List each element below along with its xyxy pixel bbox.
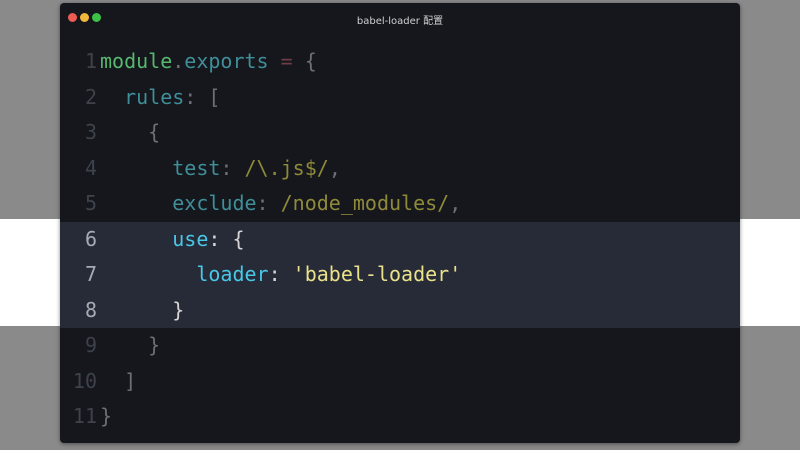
code-token: use (100, 226, 209, 251)
code-token: } (100, 297, 185, 322)
code-line[interactable]: 5 exclude: /node_modules/, (60, 186, 740, 222)
code-token: , (328, 155, 341, 180)
line-text: use: { (100, 222, 245, 258)
code-line[interactable]: 10 ] (60, 364, 740, 400)
line-number: 4 (84, 155, 97, 180)
line-number: 11 (72, 404, 97, 428)
code-token: , (449, 191, 462, 215)
code-token: } (100, 404, 113, 428)
line-text: module.exports = { (100, 44, 317, 80)
title-bar: babel-loader 配置 (60, 3, 740, 33)
line-number: 3 (84, 120, 97, 144)
code-token: { (304, 49, 317, 73)
editor-window: babel-loader 配置 1 module.exports = {2 rul… (60, 3, 740, 443)
code-token: /node_modules/ (280, 191, 450, 215)
code-line[interactable]: 8 } (60, 292, 740, 329)
line-text: ] (100, 364, 136, 400)
code-line[interactable]: 6 use: { (60, 221, 740, 258)
window-title: babel-loader 配置 (356, 16, 444, 27)
code-token: . (172, 49, 185, 73)
code-token: /\.js$/ (244, 155, 329, 180)
line-number: 7 (84, 262, 97, 286)
line-text: rules: [ (100, 80, 220, 116)
code-token: = (268, 49, 305, 73)
line-text: } (100, 399, 112, 435)
line-number: 1 (84, 49, 97, 73)
code-token: { (100, 120, 161, 144)
code-line[interactable]: 2 rules: [ (60, 80, 740, 116)
code-token: exclude (100, 191, 257, 215)
line-number: 6 (84, 226, 97, 251)
code-line[interactable]: 4 test: /\.js$/, (60, 151, 740, 187)
line-number: 2 (84, 84, 97, 109)
code-token: loader (100, 262, 269, 286)
code-token: test (100, 155, 221, 180)
code-token: rules (100, 84, 185, 109)
line-text: { (100, 115, 160, 151)
line-text: } (100, 293, 184, 329)
line-number: 8 (84, 297, 97, 322)
code-token: module (100, 49, 173, 73)
code-token: : (220, 155, 245, 180)
code-token: } (100, 333, 161, 357)
code-token: : (268, 262, 293, 286)
line-text: } (100, 328, 160, 364)
code-token: 'babel-loader' (292, 262, 462, 286)
line-number: 5 (84, 191, 97, 215)
line-number: 10 (72, 368, 97, 393)
code-line[interactable]: 7 loader: 'babel-loader' (60, 257, 740, 293)
code-line[interactable]: 1 module.exports = { (60, 44, 740, 80)
code-line[interactable]: 11} (60, 399, 740, 435)
code-token: : { (208, 226, 245, 251)
line-text: loader: 'babel-loader' (100, 257, 461, 293)
code-line[interactable]: 3 { (60, 115, 740, 151)
code-token: ] (100, 368, 137, 393)
code-line[interactable]: 9 } (60, 328, 740, 364)
code-token: : [ (184, 84, 221, 109)
line-text: exclude: /node_modules/, (100, 186, 461, 222)
code-area[interactable]: 1 module.exports = {2 rules: [3 {4 test: … (60, 44, 740, 435)
line-number: 9 (84, 333, 97, 357)
code-token: exports (184, 49, 269, 73)
code-token: : (256, 191, 281, 215)
line-text: test: /\.js$/, (100, 151, 341, 187)
